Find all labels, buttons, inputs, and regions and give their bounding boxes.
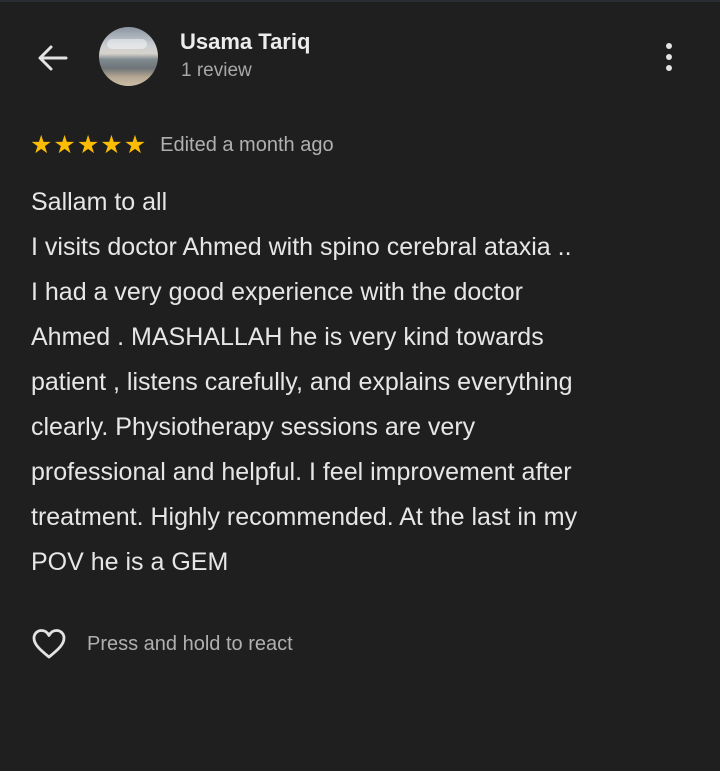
top-divider [0, 0, 720, 2]
react-button[interactable]: Press and hold to react [30, 624, 293, 664]
arrow-left-icon [38, 45, 68, 71]
review-line: POV he is a GEM [31, 548, 229, 576]
review-line: clearly. Physiotherapy sessions are very [31, 413, 476, 441]
star-icon: ★ [53, 130, 76, 159]
react-label: Press and hold to react [87, 632, 293, 655]
review-line: professional and helpful. I feel improve… [31, 458, 572, 486]
star-rating: ★ ★ ★ ★ ★ [30, 131, 146, 159]
star-icon: ★ [123, 130, 147, 159]
reviewer-name[interactable]: Usama Tariq [180, 29, 310, 55]
more-vert-icon [666, 43, 672, 49]
review-line: I visits doctor Ahmed with spino cerebra… [31, 233, 572, 261]
star-icon: ★ [76, 130, 100, 159]
star-icon: ★ [30, 130, 53, 159]
review-count: 1 review [181, 60, 252, 81]
review-line: Ahmed . MASHALLAH he is very kind toward… [31, 323, 544, 351]
review-line: I had a very good experience with the do… [31, 278, 523, 306]
more-options-button[interactable] [652, 36, 686, 78]
review-line: treatment. Highly recommended. At the la… [31, 503, 578, 531]
avatar[interactable] [99, 27, 158, 86]
star-icon: ★ [100, 130, 123, 159]
review-line: Sallam to all [31, 188, 168, 216]
review-line: patient , listens carefully, and explain… [31, 368, 573, 396]
back-button[interactable] [30, 38, 74, 78]
heart-outline-icon [30, 626, 68, 662]
rating-row: ★ ★ ★ ★ ★ Edited a month ago [30, 131, 334, 159]
edited-timestamp: Edited a month ago [160, 134, 334, 156]
review-text: Sallam to all I visits doctor Ahmed with … [31, 180, 701, 585]
